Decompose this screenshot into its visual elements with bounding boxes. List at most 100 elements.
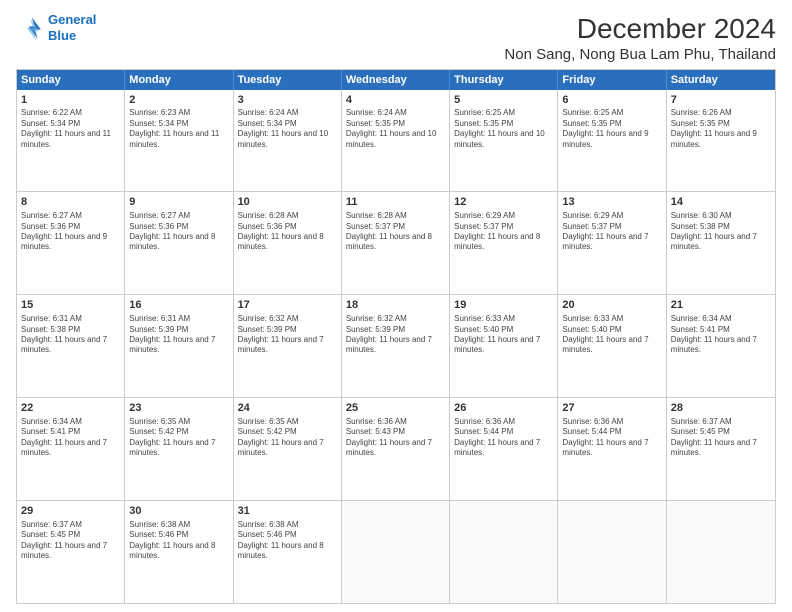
sunrise-text: Sunrise: 6:38 AM [238, 520, 337, 530]
calendar-cell: 4Sunrise: 6:24 AMSunset: 5:35 PMDaylight… [342, 90, 450, 192]
daylight-text: Daylight: 11 hours and 7 minutes. [21, 438, 120, 459]
daylight-text: Daylight: 11 hours and 7 minutes. [129, 335, 228, 356]
calendar-cell: 14Sunrise: 6:30 AMSunset: 5:38 PMDayligh… [667, 192, 775, 294]
day-number: 14 [671, 195, 771, 210]
sunset-text: Sunset: 5:38 PM [671, 222, 771, 232]
day-number: 2 [129, 93, 228, 108]
logo-line2: Blue [48, 28, 76, 43]
day-number: 8 [21, 195, 120, 210]
sunrise-text: Sunrise: 6:34 AM [21, 417, 120, 427]
calendar-cell [342, 501, 450, 603]
sunset-text: Sunset: 5:36 PM [238, 222, 337, 232]
calendar-cell: 30Sunrise: 6:38 AMSunset: 5:46 PMDayligh… [125, 501, 233, 603]
daylight-text: Daylight: 11 hours and 8 minutes. [346, 232, 445, 253]
day-number: 18 [346, 298, 445, 313]
sunset-text: Sunset: 5:45 PM [21, 530, 120, 540]
day-number: 16 [129, 298, 228, 313]
header-cell-thursday: Thursday [450, 70, 558, 90]
sunset-text: Sunset: 5:36 PM [129, 222, 228, 232]
sunrise-text: Sunrise: 6:36 AM [562, 417, 661, 427]
daylight-text: Daylight: 11 hours and 11 minutes. [21, 129, 120, 150]
header-cell-tuesday: Tuesday [234, 70, 342, 90]
daylight-text: Daylight: 11 hours and 7 minutes. [129, 438, 228, 459]
calendar-cell: 5Sunrise: 6:25 AMSunset: 5:35 PMDaylight… [450, 90, 558, 192]
daylight-text: Daylight: 11 hours and 8 minutes. [129, 541, 228, 562]
daylight-text: Daylight: 11 hours and 7 minutes. [238, 335, 337, 356]
sunrise-text: Sunrise: 6:24 AM [238, 108, 337, 118]
sunrise-text: Sunrise: 6:31 AM [129, 314, 228, 324]
title-block: December 2024 Non Sang, Nong Bua Lam Phu… [504, 12, 776, 63]
sunset-text: Sunset: 5:44 PM [562, 427, 661, 437]
sunrise-text: Sunrise: 6:23 AM [129, 108, 228, 118]
day-number: 5 [454, 93, 553, 108]
calendar-cell: 27Sunrise: 6:36 AMSunset: 5:44 PMDayligh… [558, 398, 666, 500]
sunset-text: Sunset: 5:46 PM [129, 530, 228, 540]
sunrise-text: Sunrise: 6:36 AM [454, 417, 553, 427]
daylight-text: Daylight: 11 hours and 7 minutes. [562, 232, 661, 253]
sunrise-text: Sunrise: 6:31 AM [21, 314, 120, 324]
daylight-text: Daylight: 11 hours and 7 minutes. [21, 335, 120, 356]
daylight-text: Daylight: 11 hours and 7 minutes. [671, 438, 771, 459]
daylight-text: Daylight: 11 hours and 10 minutes. [346, 129, 445, 150]
sunrise-text: Sunrise: 6:36 AM [346, 417, 445, 427]
header-cell-friday: Friday [558, 70, 666, 90]
calendar-cell [558, 501, 666, 603]
sunrise-text: Sunrise: 6:33 AM [454, 314, 553, 324]
logo-line1: General [48, 12, 96, 27]
calendar-cell: 25Sunrise: 6:36 AMSunset: 5:43 PMDayligh… [342, 398, 450, 500]
day-number: 24 [238, 401, 337, 416]
sunset-text: Sunset: 5:37 PM [454, 222, 553, 232]
daylight-text: Daylight: 11 hours and 7 minutes. [562, 438, 661, 459]
daylight-text: Daylight: 11 hours and 7 minutes. [454, 335, 553, 356]
sunrise-text: Sunrise: 6:29 AM [562, 211, 661, 221]
day-number: 27 [562, 401, 661, 416]
sunset-text: Sunset: 5:40 PM [454, 325, 553, 335]
sunrise-text: Sunrise: 6:24 AM [346, 108, 445, 118]
header-cell-sunday: Sunday [17, 70, 125, 90]
daylight-text: Daylight: 11 hours and 7 minutes. [671, 335, 771, 356]
sunset-text: Sunset: 5:41 PM [21, 427, 120, 437]
calendar-row-2: 15Sunrise: 6:31 AMSunset: 5:38 PMDayligh… [17, 295, 775, 398]
daylight-text: Daylight: 11 hours and 10 minutes. [454, 129, 553, 150]
sunset-text: Sunset: 5:42 PM [129, 427, 228, 437]
day-number: 13 [562, 195, 661, 210]
calendar-cell: 20Sunrise: 6:33 AMSunset: 5:40 PMDayligh… [558, 295, 666, 397]
daylight-text: Daylight: 11 hours and 7 minutes. [238, 438, 337, 459]
logo: General Blue [16, 12, 96, 43]
sunset-text: Sunset: 5:39 PM [238, 325, 337, 335]
day-number: 19 [454, 298, 553, 313]
daylight-text: Daylight: 11 hours and 8 minutes. [454, 232, 553, 253]
day-number: 6 [562, 93, 661, 108]
daylight-text: Daylight: 11 hours and 7 minutes. [21, 541, 120, 562]
day-number: 1 [21, 93, 120, 108]
daylight-text: Daylight: 11 hours and 7 minutes. [671, 232, 771, 253]
logo-text: General Blue [48, 12, 96, 43]
calendar-cell: 17Sunrise: 6:32 AMSunset: 5:39 PMDayligh… [234, 295, 342, 397]
calendar-cell: 12Sunrise: 6:29 AMSunset: 5:37 PMDayligh… [450, 192, 558, 294]
day-number: 30 [129, 504, 228, 519]
calendar-cell: 19Sunrise: 6:33 AMSunset: 5:40 PMDayligh… [450, 295, 558, 397]
day-number: 20 [562, 298, 661, 313]
day-number: 10 [238, 195, 337, 210]
daylight-text: Daylight: 11 hours and 9 minutes. [21, 232, 120, 253]
day-number: 17 [238, 298, 337, 313]
sunset-text: Sunset: 5:38 PM [21, 325, 120, 335]
day-number: 28 [671, 401, 771, 416]
calendar-row-4: 29Sunrise: 6:37 AMSunset: 5:45 PMDayligh… [17, 501, 775, 603]
sunset-text: Sunset: 5:41 PM [671, 325, 771, 335]
day-number: 7 [671, 93, 771, 108]
calendar-body: 1Sunrise: 6:22 AMSunset: 5:34 PMDaylight… [17, 90, 775, 603]
sunset-text: Sunset: 5:35 PM [671, 119, 771, 129]
daylight-text: Daylight: 11 hours and 9 minutes. [562, 129, 661, 150]
sunrise-text: Sunrise: 6:26 AM [671, 108, 771, 118]
daylight-text: Daylight: 11 hours and 8 minutes. [238, 232, 337, 253]
sunset-text: Sunset: 5:42 PM [238, 427, 337, 437]
calendar-cell: 15Sunrise: 6:31 AMSunset: 5:38 PMDayligh… [17, 295, 125, 397]
calendar-cell: 26Sunrise: 6:36 AMSunset: 5:44 PMDayligh… [450, 398, 558, 500]
sunrise-text: Sunrise: 6:34 AM [671, 314, 771, 324]
sunset-text: Sunset: 5:36 PM [21, 222, 120, 232]
sunset-text: Sunset: 5:37 PM [346, 222, 445, 232]
calendar-cell: 21Sunrise: 6:34 AMSunset: 5:41 PMDayligh… [667, 295, 775, 397]
daylight-text: Daylight: 11 hours and 8 minutes. [129, 232, 228, 253]
sunrise-text: Sunrise: 6:32 AM [238, 314, 337, 324]
